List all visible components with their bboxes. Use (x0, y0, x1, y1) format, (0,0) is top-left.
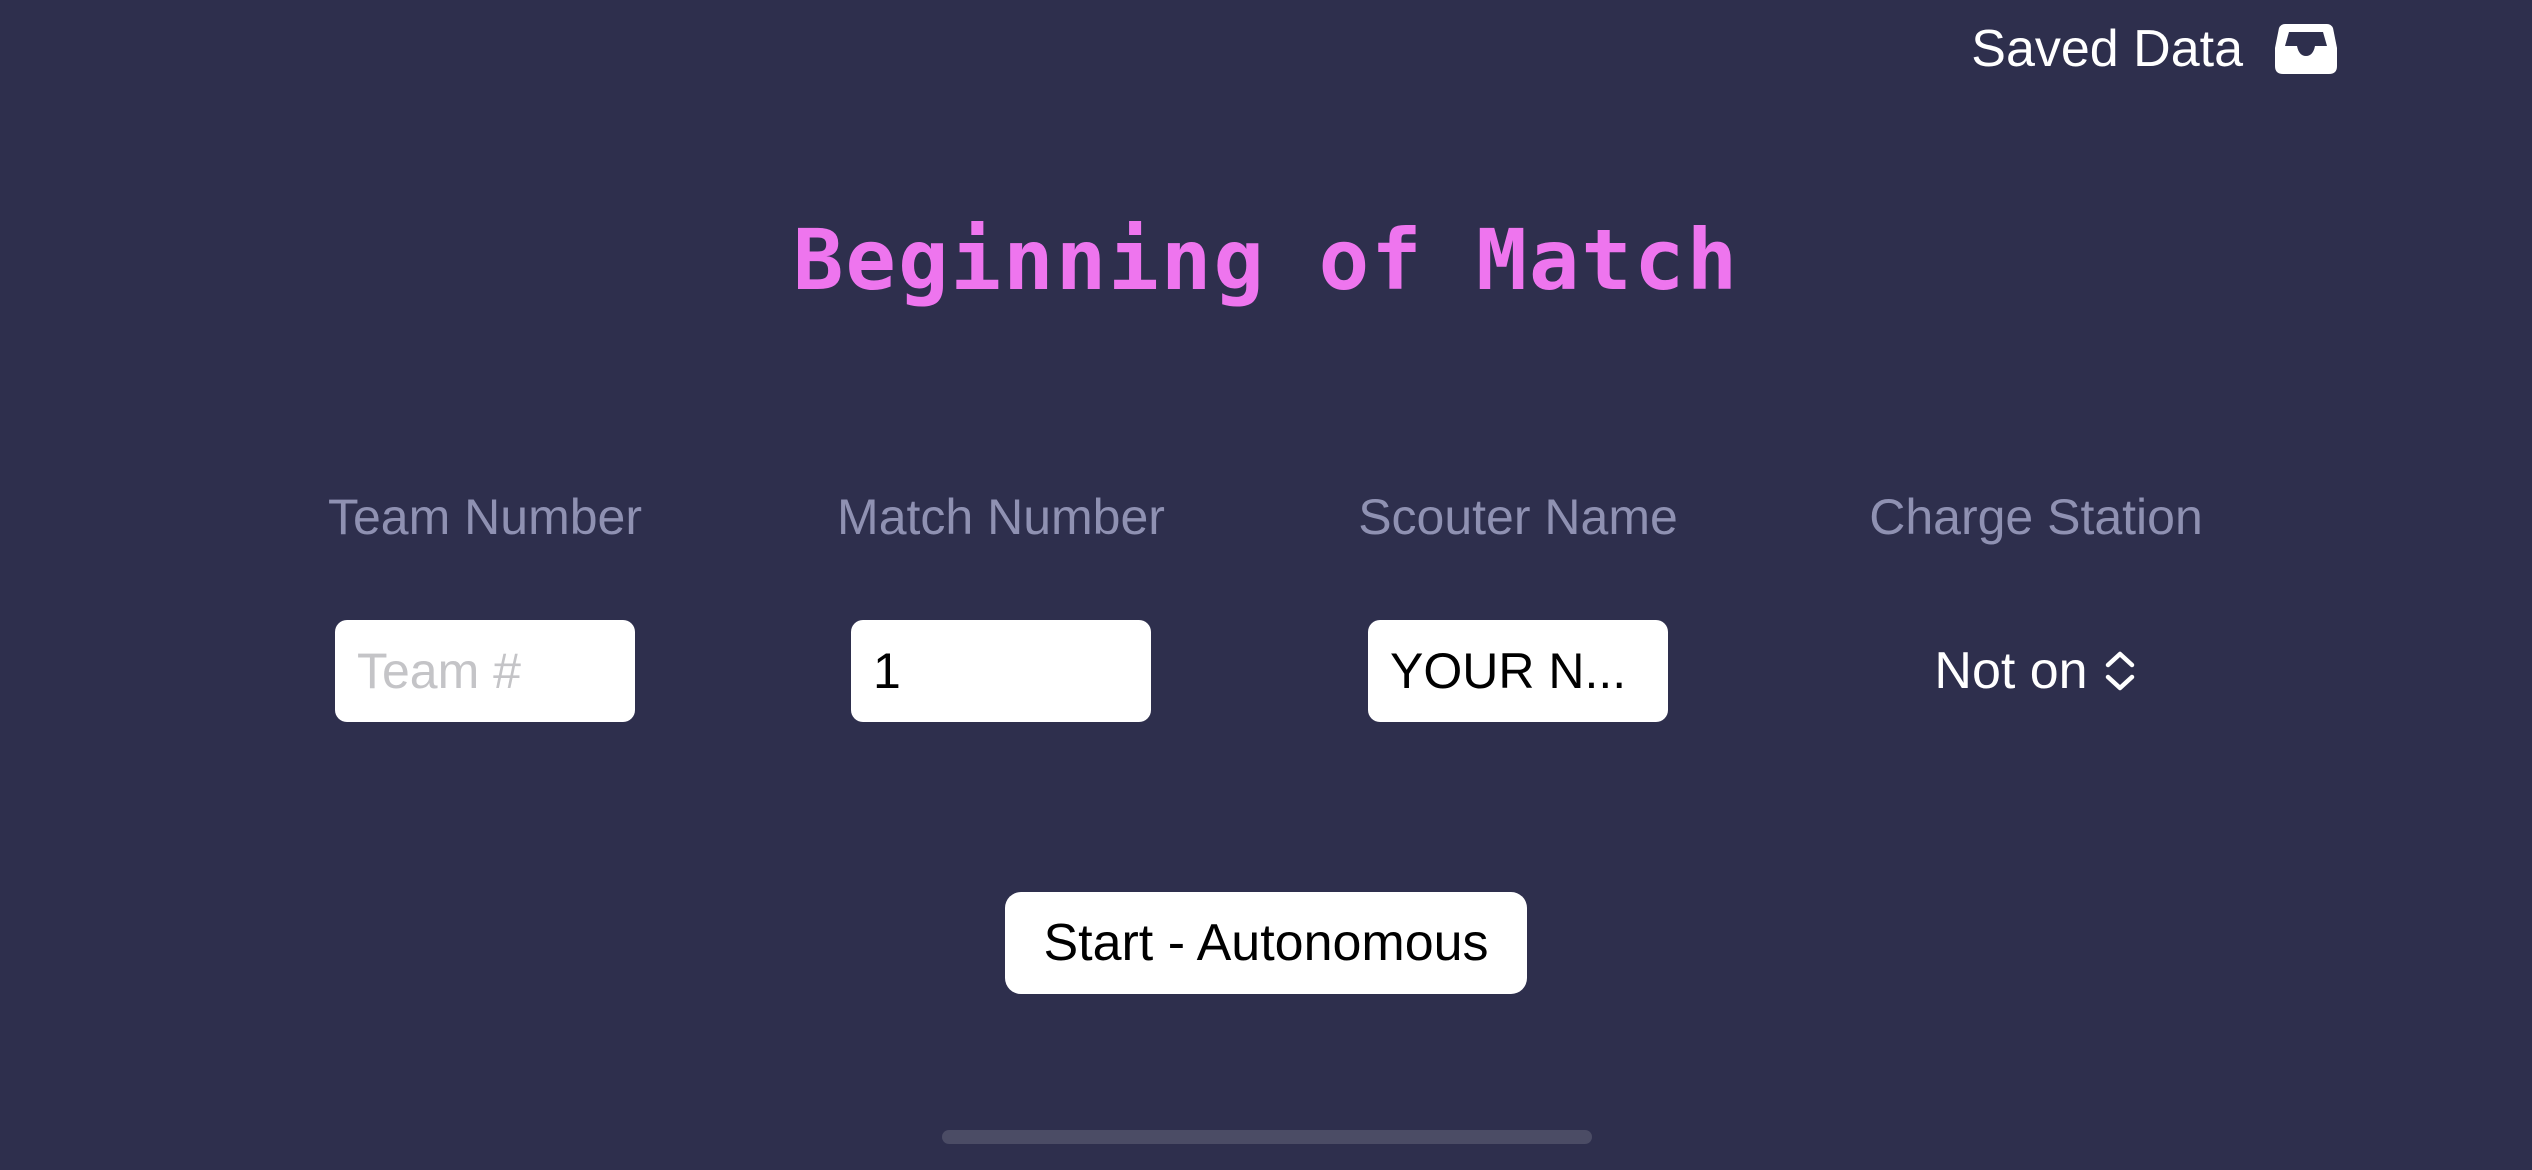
match-number-input[interactable] (851, 620, 1151, 722)
scouter-name-field: Scouter Name (1298, 480, 1738, 722)
scouter-name-label: Scouter Name (1358, 489, 1678, 545)
team-number-field: Team Number (265, 480, 705, 722)
scouter-name-input[interactable] (1368, 620, 1668, 722)
saved-data-label: Saved Data (1971, 20, 2243, 78)
chevron-up-down-icon (2105, 651, 2134, 691)
match-number-field: Match Number (781, 480, 1221, 722)
charge-station-label: Charge Station (1869, 489, 2203, 545)
team-number-input[interactable] (335, 620, 635, 722)
saved-data-link[interactable]: Saved Data (1971, 14, 2337, 84)
start-autonomous-button[interactable]: Start - Autonomous (1005, 892, 1527, 994)
team-number-label: Team Number (328, 489, 642, 545)
tray-icon (2275, 24, 2337, 74)
charge-station-value: Not on (1934, 642, 2088, 700)
charge-station-picker[interactable]: Not on (1934, 620, 2137, 722)
charge-station-field: Charge Station Not on (1816, 480, 2256, 722)
page-title: Beginning of Match (792, 211, 1740, 309)
match-number-label: Match Number (837, 489, 1165, 545)
home-indicator (942, 1130, 1592, 1144)
